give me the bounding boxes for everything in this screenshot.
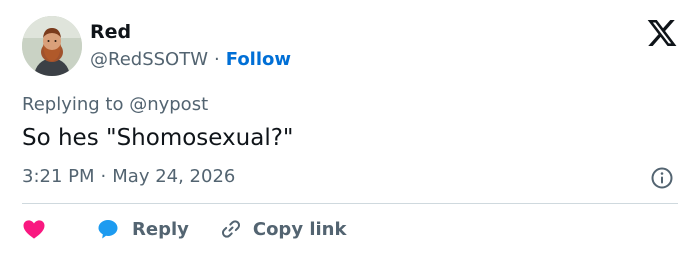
avatar[interactable] bbox=[22, 16, 82, 76]
copy-link-button[interactable]: Copy link bbox=[219, 217, 347, 241]
info-icon[interactable] bbox=[650, 166, 674, 190]
copy-link-label: Copy link bbox=[252, 218, 347, 240]
replying-to-text: Replying to @nypost bbox=[22, 94, 209, 115]
author-handle-row: @RedSSOTW · Follow bbox=[90, 48, 291, 72]
speech-bubble-icon bbox=[98, 220, 118, 239]
tweet-embed-card: Red @RedSSOTW · Follow Replying to @nypost… bbox=[0, 0, 700, 256]
author-handle[interactable]: @RedSSOTW bbox=[90, 49, 208, 70]
divider bbox=[22, 203, 678, 204]
tweet-actions: Reply Copy link bbox=[22, 214, 346, 244]
separator-dot: · bbox=[214, 49, 220, 70]
x-logo-icon[interactable] bbox=[646, 17, 678, 49]
bearded-man-avatar-icon bbox=[22, 16, 82, 76]
tweet-timestamp[interactable]: 3:21 PM · May 24, 2026 bbox=[22, 165, 235, 189]
tweet-text: So hes "Shomosexual?" bbox=[22, 125, 294, 151]
tweet-date: May 24, 2026 bbox=[112, 166, 236, 187]
like-button[interactable] bbox=[22, 217, 46, 241]
reply-button[interactable]: Reply bbox=[96, 217, 189, 241]
author-name[interactable]: Red bbox=[90, 20, 131, 44]
follow-button[interactable]: Follow bbox=[226, 49, 291, 70]
tweet-time: 3:21 PM bbox=[22, 166, 95, 187]
separator-dot: · bbox=[100, 166, 107, 187]
link-icon bbox=[221, 220, 240, 238]
reply-label: Reply bbox=[132, 218, 189, 240]
heart-icon bbox=[23, 220, 45, 239]
